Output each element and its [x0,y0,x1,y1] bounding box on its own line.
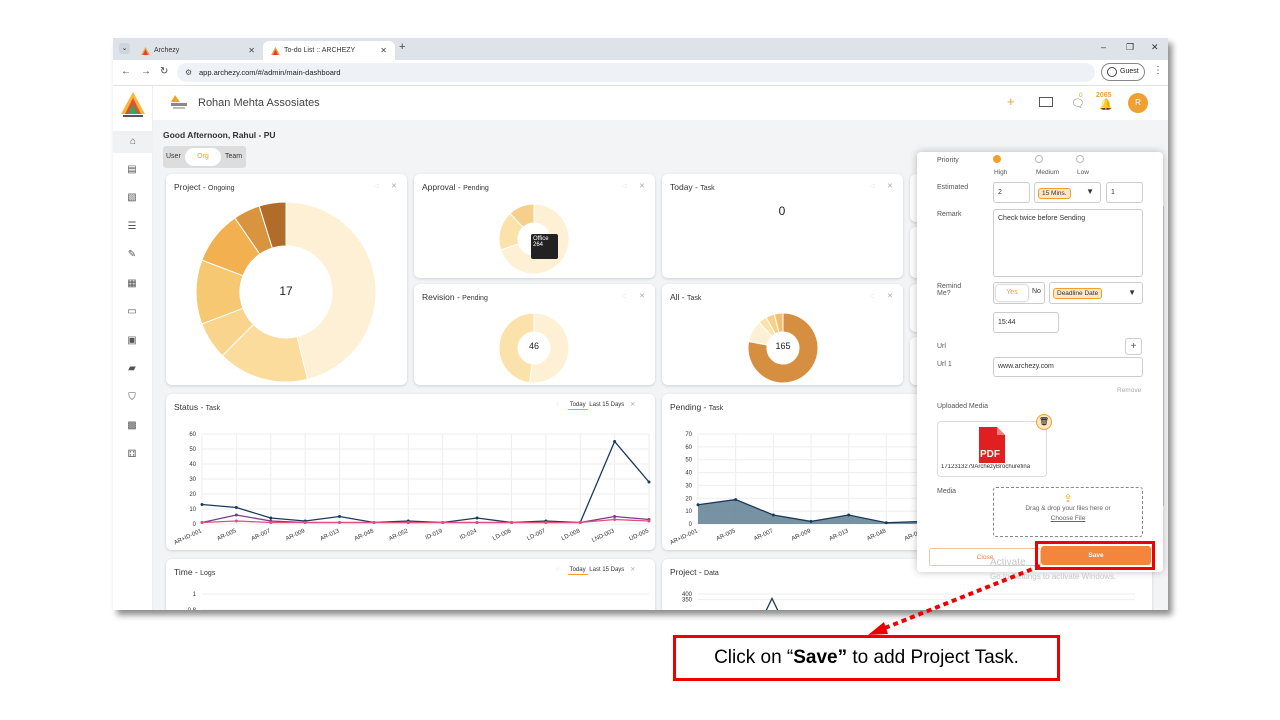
callout-arrow [868,564,1041,635]
instruction-callout: Click on “Save” to add Project Task. [673,635,1060,681]
callout-bold: Save” [793,647,848,668]
slide: ⌄ Archezy ✕ To-do List :: ARCHEZY ✕ + – … [0,0,1280,720]
callout-prefix: Click on “ [714,647,794,668]
callout-suffix: to add Project Task. [847,647,1019,668]
